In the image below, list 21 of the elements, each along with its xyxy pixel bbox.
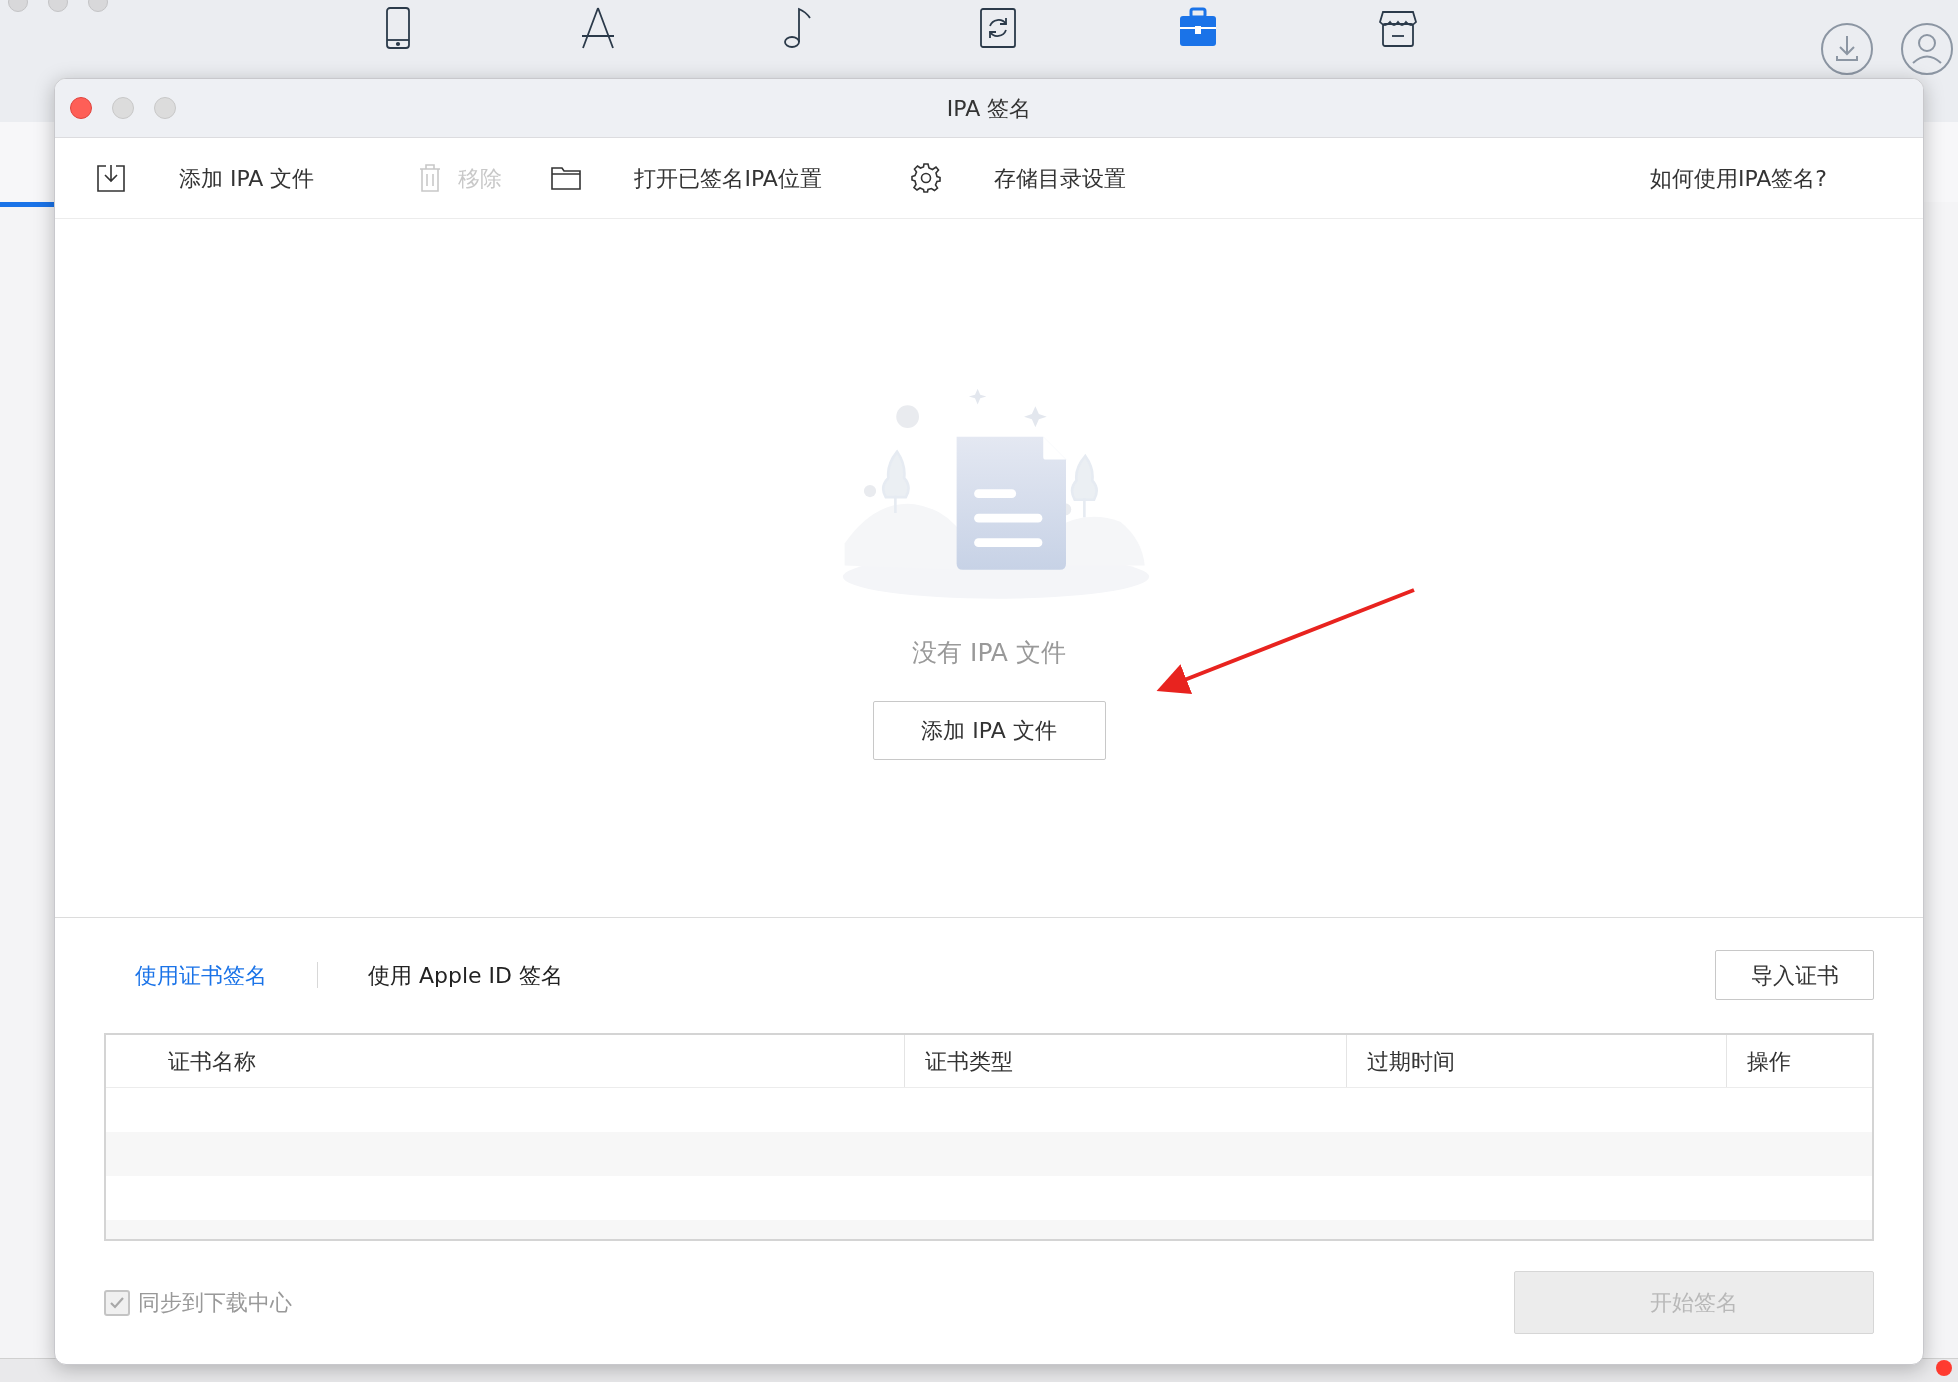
checkbox-label: 同步到下载中心 xyxy=(138,1289,292,1317)
sync-icon[interactable] xyxy=(978,6,1018,50)
settings-icon[interactable] xyxy=(909,162,942,194)
user-icon[interactable] xyxy=(1900,22,1954,76)
sign-tab[interactable]: 使用 Apple ID 签名 xyxy=(368,958,564,992)
column-header: 过期时间 xyxy=(1367,1047,1455,1076)
help-link[interactable]: 如何使用IPA签名? xyxy=(1649,161,1827,195)
import-certificate-button[interactable]: 导入证书 xyxy=(1715,950,1874,1000)
toolbar-button[interactable]: 存储目录设置 xyxy=(993,161,1126,195)
toolbar-button[interactable]: 打开已签名IPA位置 xyxy=(634,161,822,195)
tab-indicator xyxy=(0,202,54,207)
download-icon[interactable] xyxy=(95,162,127,194)
column-header: 证书名称 xyxy=(168,1047,256,1076)
close-button[interactable] xyxy=(70,97,92,119)
sign-tab[interactable]: 使用证书签名 xyxy=(135,958,267,992)
column-header: 证书类型 xyxy=(925,1047,1013,1076)
empty-message: 没有 IPA 文件 xyxy=(912,636,1066,669)
toolbar-button[interactable]: 添加 IPA 文件 xyxy=(179,161,315,195)
window-title: IPA 签名 xyxy=(946,94,1032,123)
add-file-button[interactable]: 添加 IPA 文件 xyxy=(872,701,1106,761)
column-header: 操作 xyxy=(1747,1047,1791,1076)
